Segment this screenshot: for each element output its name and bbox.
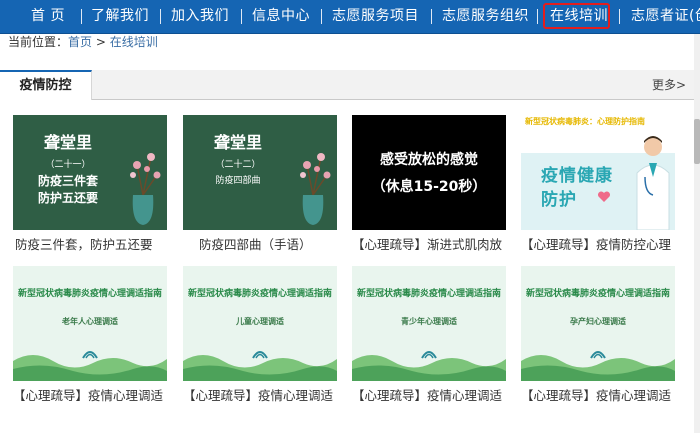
thumb-subtitle: 老年人心理调适 [62,317,118,326]
video-thumbnail[interactable]: 新型冠状病毒肺炎疫情心理调适指南 老年人心理调适 [13,266,167,381]
thumb-title: 新型冠状病毒肺炎疫情心理调适指南 [525,289,670,299]
active-nav-highlight [543,3,610,29]
hills-decoration [183,355,337,381]
section-tab-bar: 疫情防控 更多> [0,70,694,100]
nav-separator [160,9,161,24]
thumb-episode: （二十一） [45,160,91,170]
thumb-title: 聋堂里 [213,133,262,152]
nav-separator [321,9,322,24]
thumb-episode: （二十二） [215,160,261,170]
tab-epidemic-prevention[interactable]: 疫情防控 [0,70,92,100]
thumb-banner: 新型冠状病毒肺炎：心理防护指南 [525,117,645,126]
thumb-line: 感受放松的感觉 [380,152,478,168]
video-thumbnail[interactable]: 感受放松的感觉 （休息15-20秒） [352,115,506,230]
nav-separator [537,9,538,24]
thumb-line: 防疫三件套 [37,174,98,188]
flower-vase-icon [130,153,161,225]
nav-item-projects[interactable]: 志愿服务项目 [332,0,419,33]
nav-separator [431,9,432,24]
nav-item-organizations[interactable]: 志愿服务组织 [442,0,529,33]
thumb-line: 防护 [541,190,577,210]
breadcrumb: 当前位置：首页 > 在线培训 [8,34,158,50]
breadcrumb-prefix: 当前位置： [8,35,69,49]
nav-item-news[interactable]: 信息中心 [252,0,310,33]
video-thumbnail[interactable]: 新型冠状病毒肺炎疫情心理调适指南 儿童心理调适 [183,266,337,381]
video-thumbnail[interactable]: 新型冠状病毒肺炎疫情心理调适指南 孕产妇心理调适 [521,266,675,381]
breadcrumb-current[interactable]: 在线培训 [110,35,158,49]
hills-decoration [521,355,675,381]
thumb-title: 新型冠状病毒肺炎疫情心理调适指南 [17,289,162,299]
video-thumbnail[interactable]: 新型冠状病毒肺炎：心理防护指南 疫情健康 防护 [521,115,675,230]
thumb-subtitle: 儿童心理调适 [236,317,284,326]
nav-item-about[interactable]: 了解我们 [91,0,149,33]
breadcrumb-separator: > [95,35,106,49]
nav-separator [241,9,242,24]
card-caption[interactable]: 【心理疏导】疫情心理调适 [183,387,343,405]
thumb-line: 防护五还要 [37,191,98,205]
heart-icon [597,191,611,202]
card-caption[interactable]: 【心理疏导】疫情防控心理 [521,236,681,254]
video-thumbnail[interactable]: 新型冠状病毒肺炎疫情心理调适指南 青少年心理调适 [352,266,506,381]
breadcrumb-home-link[interactable]: 首页 [68,35,92,49]
video-thumbnail[interactable]: 聋堂里 （二十二） 防疫四部曲 [183,115,337,230]
nav-item-volunteer-cert[interactable]: 志愿者证(创 [631,0,700,33]
thumb-line: （休息15-20秒） [371,179,487,195]
nav-separator [619,9,620,24]
nav-separator [81,9,82,24]
page-scrollbar[interactable] [694,34,700,433]
thumb-subtitle: 青少年心理调适 [401,317,457,326]
nav-item-home[interactable]: 首 页 [31,0,65,33]
hills-decoration [352,355,506,381]
scrollbar-thumb[interactable] [694,119,700,164]
flower-vase-icon [300,153,331,225]
thumb-title: 新型冠状病毒肺炎疫情心理调适指南 [356,289,501,299]
thumb-title: 新型冠状病毒肺炎疫情心理调适指南 [187,289,332,299]
thumb-title: 聋堂里 [43,133,92,152]
doctor-icon [636,136,670,230]
more-link[interactable]: 更多> [652,70,686,100]
thumb-line: 疫情健康 [541,166,613,186]
video-thumbnail[interactable]: 聋堂里 （二十一） 防疫三件套 防护五还要 [13,115,167,230]
thumb-line: 防疫四部曲 [215,176,261,186]
hills-decoration [13,355,167,381]
card-caption[interactable]: 【心理疏导】疫情心理调适 [521,387,681,405]
card-caption[interactable]: 【心理疏导】疫情心理调适 [352,387,512,405]
card-caption[interactable]: 防疫三件套，防护五还要 [15,236,175,254]
nav-item-join[interactable]: 加入我们 [171,0,229,33]
card-caption[interactable]: 防疫四部曲（手语） [199,236,359,254]
thumb-subtitle: 孕产妇心理调适 [570,317,626,326]
card-caption[interactable]: 【心理疏导】渐进式肌肉放 [352,236,512,254]
card-caption[interactable]: 【心理疏导】疫情心理调适 [13,387,173,405]
top-nav: 首 页 了解我们 加入我们 信息中心 志愿服务项目 志愿服务组织 在线培训 志愿… [0,0,700,34]
